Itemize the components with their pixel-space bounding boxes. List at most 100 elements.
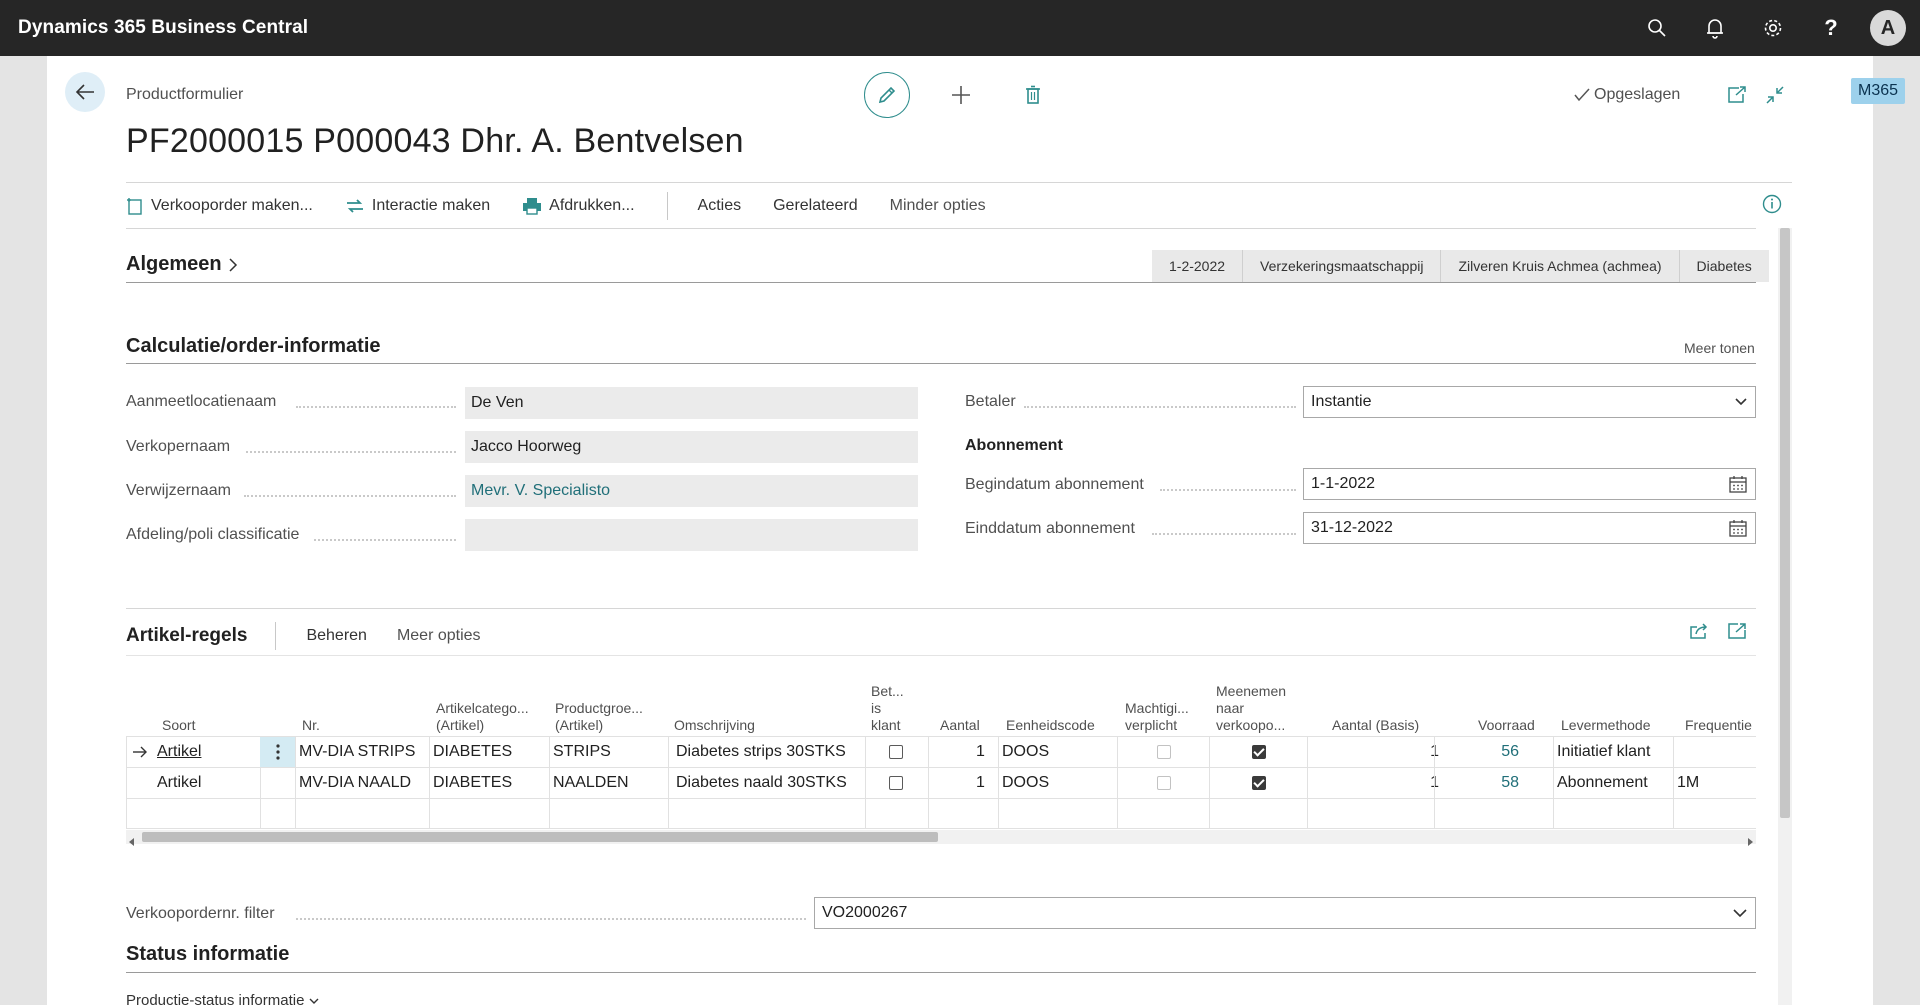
back-button[interactable]	[65, 72, 105, 112]
cell-stock-link[interactable]: 58	[1481, 768, 1519, 798]
cell-quantity[interactable]: 1	[976, 737, 985, 767]
manage-menu[interactable]: Beheren	[306, 627, 367, 645]
status-section-title[interactable]: Status informatie	[126, 943, 289, 966]
col-description[interactable]: Omschrijving	[674, 717, 755, 734]
col-macht-line2: verplicht	[1125, 717, 1178, 733]
cell-nr[interactable]: MV-DIA STRIPS	[299, 737, 415, 767]
table-row-empty[interactable]	[126, 798, 1756, 829]
dept-value	[465, 519, 918, 551]
cell-unit[interactable]: DOOS	[1002, 768, 1049, 798]
vertical-scroll-thumb[interactable]	[1780, 228, 1790, 818]
cell-delivery[interactable]: Initiatief klant	[1557, 737, 1650, 767]
filter-select[interactable]: VO2000267	[814, 897, 1756, 929]
cell-group[interactable]: STRIPS	[553, 737, 611, 767]
col-product-group[interactable]: Productgroe... (Artikel)	[555, 700, 643, 734]
cell-description[interactable]: Diabetes strips 30STKS	[676, 737, 846, 767]
cell-divider	[1117, 737, 1118, 767]
cell-group[interactable]: NAALDEN	[553, 768, 629, 798]
gear-icon[interactable]	[1744, 0, 1802, 56]
cell-divider	[668, 768, 669, 798]
table-row[interactable]: Artikel MV-DIA STRIPS DIABETES STRIPS Di…	[126, 736, 1756, 767]
new-button[interactable]	[944, 78, 978, 112]
take-to-order-checkbox[interactable]	[1252, 768, 1266, 798]
help-icon[interactable]: ?	[1802, 0, 1860, 56]
col-quantity[interactable]: Aantal	[940, 717, 980, 734]
chevron-down-icon	[1733, 904, 1747, 927]
take-to-order-checkbox[interactable]	[1252, 737, 1266, 767]
horizontal-scroll-thumb[interactable]	[142, 832, 938, 842]
collapse-icon[interactable]	[1762, 82, 1788, 108]
referrer-value-link[interactable]: Mevr. V. Specialisto	[465, 475, 918, 507]
show-more-link[interactable]: Meer tonen	[1684, 340, 1755, 356]
end-date-input[interactable]: 31-12-2022	[1303, 512, 1756, 544]
fewer-options-button[interactable]: Minder opties	[890, 197, 986, 215]
general-section-title: Algemeen	[126, 253, 222, 275]
calc-section-title[interactable]: Calculatie/order-informatie	[126, 335, 381, 358]
expand-icon[interactable]	[1724, 618, 1750, 644]
bell-icon[interactable]	[1686, 0, 1744, 56]
info-icon[interactable]	[1762, 194, 1784, 216]
start-date-dots	[1160, 489, 1296, 491]
search-icon[interactable]	[1628, 0, 1686, 56]
row-actions-button[interactable]	[260, 737, 295, 767]
share-icon[interactable]	[1686, 618, 1712, 644]
m365-badge[interactable]: M365	[1851, 78, 1905, 104]
tag-category: Diabetes	[1678, 250, 1769, 282]
cell-quantity[interactable]: 1	[976, 768, 985, 798]
cell-divider	[1209, 737, 1210, 767]
col-nr[interactable]: Nr.	[302, 717, 320, 734]
col-delivery-method[interactable]: Levermethode	[1561, 717, 1651, 734]
start-date-input[interactable]: 1-1-2022	[1303, 468, 1756, 500]
cell-category[interactable]: DIABETES	[433, 737, 512, 767]
cell-description[interactable]: Diabetes naald 30STKS	[676, 768, 847, 798]
cell-frequency[interactable]: 1M	[1677, 768, 1699, 798]
delete-button[interactable]	[1016, 78, 1050, 112]
payer-dots	[1024, 406, 1296, 408]
paid-by-customer-checkbox[interactable]	[889, 768, 903, 798]
cell-stock-link[interactable]: 56	[1481, 737, 1519, 767]
cell-category[interactable]: DIABETES	[433, 768, 512, 798]
create-sales-order-button[interactable]: Verkooporder maken...	[126, 197, 313, 215]
col-stock[interactable]: Voorraad	[1478, 717, 1535, 734]
cell-soort[interactable]: Artikel	[157, 737, 201, 767]
scroll-right-icon[interactable]	[1747, 833, 1753, 851]
payer-select[interactable]: Instantie	[1303, 386, 1756, 418]
lines-title[interactable]: Artikel-regels	[126, 625, 247, 647]
cell-delivery[interactable]: Abonnement	[1557, 768, 1648, 798]
col-category[interactable]: Artikelcatego... (Artikel)	[436, 700, 529, 734]
authorization-checkbox	[1157, 737, 1171, 767]
right-background	[1873, 56, 1920, 1005]
table-row[interactable]: Artikel MV-DIA NAALD DIABETES NAALDEN Di…	[126, 767, 1756, 798]
actions-menu[interactable]: Acties	[698, 197, 742, 215]
col-take-to-order[interactable]: Meenemen naar verkoopo...	[1216, 683, 1286, 734]
related-menu[interactable]: Gerelateerd	[773, 197, 858, 215]
general-section-header[interactable]: Algemeen	[126, 253, 238, 276]
col-base-quantity[interactable]: Aantal (Basis)	[1332, 717, 1419, 734]
app-title[interactable]: Dynamics 365 Business Central	[18, 17, 308, 39]
cell-divider	[998, 799, 999, 829]
col-frequency[interactable]: Frequentie	[1685, 717, 1752, 734]
cell-nr[interactable]: MV-DIA NAALD	[299, 768, 411, 798]
col-authorization[interactable]: Machtigi... verplicht	[1125, 700, 1189, 734]
cell-unit[interactable]: DOOS	[1002, 737, 1049, 767]
calendar-icon[interactable]	[1729, 475, 1747, 498]
vertical-scrollbar[interactable]	[1778, 228, 1792, 1005]
cell-soort[interactable]: Artikel	[157, 768, 201, 798]
more-options-menu[interactable]: Meer opties	[397, 627, 481, 645]
open-new-window-icon[interactable]	[1724, 82, 1750, 108]
horizontal-scrollbar[interactable]	[126, 830, 1756, 846]
col-paid-by-customer[interactable]: Bet... is klant	[871, 683, 904, 734]
avatar[interactable]: A	[1870, 10, 1906, 46]
col-unit-code[interactable]: Eenheidscode	[1006, 717, 1095, 734]
print-button[interactable]: Afdrukken...	[522, 197, 635, 215]
col-soort[interactable]: Soort	[162, 717, 195, 734]
scroll-left-icon[interactable]	[129, 833, 135, 851]
cell-divider	[1553, 737, 1554, 767]
seller-value: Jacco Hoorweg	[465, 431, 918, 463]
create-interaction-button[interactable]: Interactie maken	[345, 197, 490, 215]
paid-by-customer-checkbox[interactable]	[889, 737, 903, 767]
lines-header-divider	[126, 655, 1756, 656]
calendar-icon[interactable]	[1729, 519, 1747, 542]
status-subgroup[interactable]: Productie-status informatie	[126, 992, 319, 1005]
edit-button[interactable]	[864, 72, 910, 118]
